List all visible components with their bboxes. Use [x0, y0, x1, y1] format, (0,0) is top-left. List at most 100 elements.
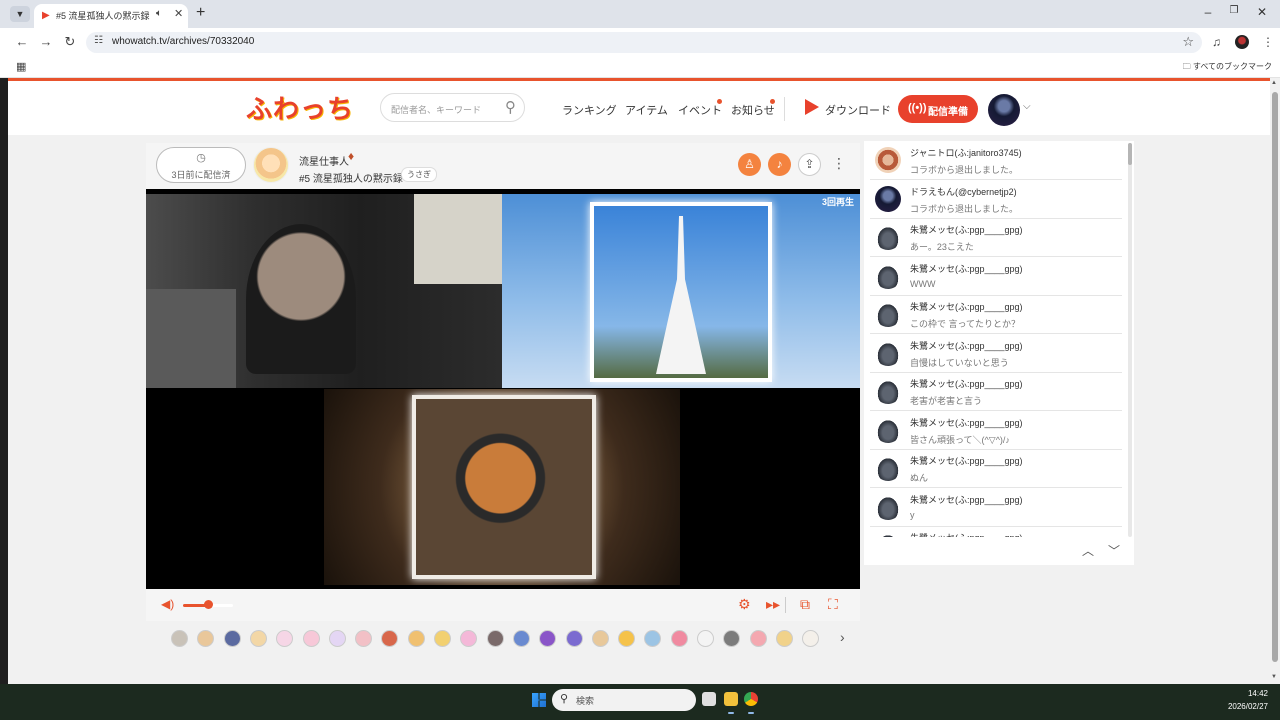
avatar[interactable] [875, 416, 901, 443]
stamp-icon[interactable] [302, 630, 320, 647]
stamp-icon[interactable] [644, 630, 662, 647]
comment-scrollbar[interactable] [1128, 143, 1132, 537]
close-icon[interactable]: ✕ [174, 7, 183, 20]
profile-icon[interactable] [1235, 35, 1249, 49]
avatar[interactable] [875, 455, 901, 481]
chevron-right-icon[interactable]: › [840, 629, 845, 645]
stamp-icon[interactable] [512, 630, 530, 647]
comment-scroll-thumb[interactable] [1128, 143, 1132, 165]
user-avatar[interactable] [988, 94, 1020, 126]
reload-icon[interactable]: ↻ [62, 34, 78, 50]
comment-list[interactable]: ジャニトロ(ふ:janitoro3745) コラボから退出しました。 ドラえもん(@… [864, 141, 1124, 537]
avatar[interactable] [875, 224, 901, 250]
audio-icon[interactable]: 🔈︎ [156, 8, 162, 19]
comment-author[interactable]: 朱鷺メッセ(ふ:pgp____gpg) [910, 493, 1023, 506]
nav-ranking[interactable]: ランキング [562, 102, 617, 118]
stamp-icon[interactable] [565, 630, 583, 647]
avatar[interactable] [875, 301, 901, 327]
star-icon[interactable]: ☆ [1182, 34, 1194, 50]
stamp-icon[interactable] [171, 630, 188, 647]
chevron-up-icon[interactable]: ︿ [1082, 542, 1094, 559]
new-tab-icon[interactable]: + [196, 4, 205, 22]
file-explorer-icon[interactable] [724, 692, 738, 706]
fullscreen-icon[interactable]: ⛶ [828, 596, 838, 613]
site-logo[interactable]: ふわっち [246, 89, 354, 126]
video-area[interactable]: 3回再生 [146, 189, 860, 589]
fast-forward-icon[interactable]: ▸▸ [766, 596, 780, 613]
stamp-icon[interactable] [355, 630, 373, 647]
comment-author[interactable]: ドラえもん(@cybernetjp2) [910, 185, 1017, 198]
comment-item[interactable]: 朱鷺メッセ(ふ:pgp____gpg) 老害が老害と言う [870, 372, 1122, 411]
avatar[interactable] [875, 493, 901, 520]
site-info-icon[interactable]: ☷ [94, 35, 103, 46]
comment-item[interactable]: 朱鷺メッセ(ふ:pgp____gpg) あー。23こえた [870, 218, 1122, 257]
comment-author[interactable]: 朱鷺メッセ(ふ:pgp____gpg) [910, 339, 1023, 352]
host-avatar[interactable] [253, 147, 289, 183]
comment-author[interactable]: 朱鷺メッセ(ふ:pgp____gpg) [910, 454, 1023, 467]
popout-icon[interactable]: ⧉ [800, 596, 810, 613]
comment-item[interactable]: 朱鷺メッセ(ふ:pgp____gpg) ぬん [870, 449, 1122, 488]
tab-search-icon[interactable]: ▼ [10, 6, 30, 22]
search-input[interactable]: 配信者名、キーワード ⚲ [380, 93, 525, 122]
more-icon[interactable]: ⋮ [832, 155, 846, 172]
stamp-icon[interactable] [670, 630, 688, 647]
stamp-icon[interactable] [749, 630, 767, 647]
avatar[interactable] [875, 147, 901, 173]
comment-author[interactable]: 朱鷺メッセ(ふ:pgp____gpg) [910, 377, 1023, 390]
nav-items[interactable]: アイテム [625, 102, 668, 118]
nav-events[interactable]: イベント [678, 102, 722, 118]
forward-icon[interactable]: → [38, 34, 54, 49]
scroll-down-icon[interactable]: ▼ [1271, 674, 1277, 680]
comment-item[interactable]: 朱鷺メッセ(ふ:pgp____gpg) この枠で 言ってたりとか？ [870, 295, 1122, 334]
taskbar-search[interactable]: ⚲ 検索 [552, 689, 696, 711]
stamp-icon[interactable] [618, 630, 636, 647]
comment-author[interactable]: 朱鷺メッセ(ふ:pgp____gpg) [910, 223, 1023, 236]
url-input[interactable]: ☷ whowatch.tv/archives/70332040 ☆ [86, 32, 1202, 53]
comment-author[interactable]: ジャニトロ(ふ:janitoro3745) [910, 146, 1022, 159]
stamp-icon[interactable] [249, 630, 267, 647]
search-icon[interactable]: ⚲ [505, 98, 516, 116]
all-bookmarks[interactable]: 🗀︎ すべてのブックマーク [1183, 61, 1272, 75]
comment-item[interactable]: 朱鷺メッセ(ふ:pgp____gpg) y [870, 488, 1122, 527]
stamp-icon[interactable] [276, 630, 294, 647]
comment-item[interactable]: 朱鷺メッセ(ふ:pgp____gpg) [870, 526, 1122, 537]
comment-item[interactable]: ドラえもん(@cybernetjp2) コラボから退出しました。 [870, 180, 1122, 219]
chevron-down-icon[interactable]: ﹀ [1108, 542, 1120, 559]
volume-icon[interactable]: ◀) [161, 597, 174, 611]
avatar[interactable] [875, 185, 901, 212]
settings-gear-icon[interactable]: ⚙ [738, 596, 751, 613]
minimize-icon[interactable]: – [1198, 5, 1218, 19]
volume-thumb[interactable] [204, 600, 213, 609]
stamp-icon[interactable] [697, 630, 714, 647]
scroll-up-icon[interactable]: ▲ [1271, 80, 1277, 86]
download-link[interactable]: ダウンロード [825, 102, 891, 118]
comment-item[interactable]: ジャニトロ(ふ:janitoro3745) コラボから退出しました。 [870, 141, 1122, 180]
avatar[interactable] [875, 378, 901, 404]
comment-author[interactable]: 朱鷺メッセ(ふ:pgp____gpg) [910, 416, 1023, 429]
stamp-icon[interactable] [434, 630, 451, 647]
chevron-down-icon[interactable]: ⌵ [1023, 101, 1031, 112]
browser-tab[interactable]: ▶ #5 流星孤独人の黙示録 🔈︎ ✕ [34, 4, 188, 28]
comment-item[interactable]: 朱鷺メッセ(ふ:pgp____gpg) WWW [870, 257, 1122, 296]
window-close-icon[interactable]: ✕ [1252, 5, 1272, 19]
stamp-icon[interactable] [723, 630, 741, 647]
back-icon[interactable]: ← [14, 34, 30, 49]
stamp-icon[interactable] [539, 630, 557, 647]
windows-start-icon[interactable] [532, 693, 546, 707]
comment-author[interactable]: 朱鷺メッセ(ふ:pgp____gpg) [910, 300, 1023, 313]
broadcast-prep-button[interactable]: ((•)) 配信準備 [898, 95, 978, 123]
history-button[interactable]: ◷ 3日前に配信済 [156, 147, 246, 183]
avatar[interactable] [875, 262, 901, 289]
download-icon[interactable] [805, 99, 819, 115]
stamp-icon[interactable] [802, 630, 820, 647]
comment-author[interactable]: 朱鷺メッセ(ふ:pgp____gpg) [910, 262, 1023, 275]
stamp-icon[interactable] [775, 630, 793, 647]
media-icon[interactable]: ♫ [1212, 35, 1221, 49]
follow-user-icon[interactable]: ♙ [738, 153, 761, 176]
stamp-icon[interactable] [197, 630, 215, 647]
restore-icon[interactable]: ❐ [1224, 5, 1244, 16]
nav-news[interactable]: お知らせ [731, 102, 775, 118]
stamp-icon[interactable] [328, 630, 346, 647]
chrome-icon[interactable] [744, 692, 758, 706]
comment-item[interactable]: 朱鷺メッセ(ふ:pgp____gpg) 自慢はしていないと思う [870, 334, 1122, 373]
